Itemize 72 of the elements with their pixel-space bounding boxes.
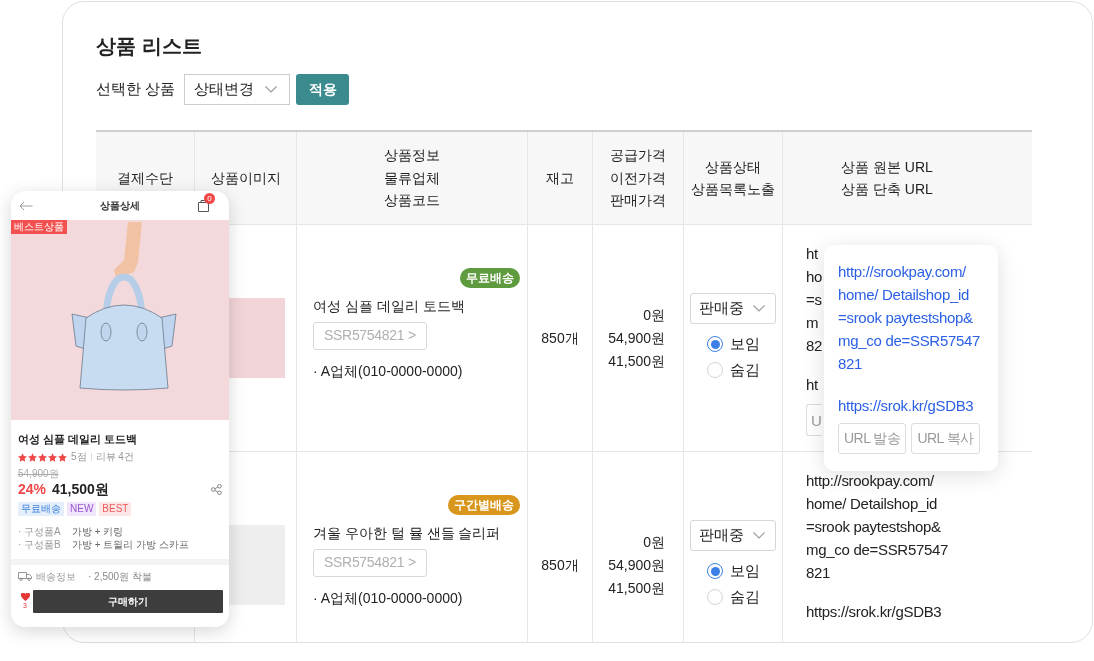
- chevron-down-icon: [753, 305, 765, 312]
- original-url-link[interactable]: http://srookpay.com/ home/ Detailshop_id =srook paytestshop& mg_co de=SSR57547 821: [838, 260, 981, 375]
- shipping-badge: 구간별배송: [448, 494, 520, 515]
- share-icon[interactable]: [211, 483, 222, 495]
- radio-label: 보임: [730, 334, 760, 354]
- url-action-button[interactable]: URL 복사: [911, 423, 980, 454]
- radio-label: 숨김: [730, 360, 760, 380]
- star-icon: [58, 452, 67, 462]
- column-header: 상품상태 상품목록노출: [684, 132, 783, 225]
- radio-button[interactable]: [707, 336, 723, 352]
- price-text: 0원: [643, 532, 665, 552]
- price-text: 41,500원: [608, 578, 665, 598]
- vendor-text: · A업체(010-0000-0000): [313, 588, 463, 608]
- url-action-button[interactable]: URL 발송: [838, 423, 907, 454]
- star-icon: [18, 452, 27, 462]
- original-price: 54,900원: [18, 468, 59, 480]
- option-value: 가방 + 트윌리 가방 스카프: [72, 538, 190, 551]
- sale-status-select[interactable]: 판매중: [690, 520, 776, 551]
- price-text: 54,900원: [608, 328, 665, 348]
- chevron-down-icon: [265, 86, 278, 93]
- option-label: · 구성품B: [18, 538, 62, 551]
- radio-button[interactable]: [707, 563, 723, 579]
- truck-icon: [18, 572, 32, 581]
- column-header: 재고: [528, 132, 593, 225]
- discount-rate: 24%: [18, 481, 47, 497]
- heart-icon[interactable]: [20, 592, 30, 601]
- product-tag: BEST: [99, 502, 132, 516]
- shipping-label: 배송정보: [36, 570, 76, 583]
- product-name: 여성 심플 데일리 토드백: [313, 296, 465, 316]
- short-url-link[interactable]: https://srok.kr/gSDB3: [838, 394, 974, 417]
- shopping-bag-icon[interactable]: [198, 199, 209, 212]
- buy-button[interactable]: 구매하기: [33, 589, 223, 613]
- option-value: 가방 + 키링: [72, 525, 125, 538]
- review-count: 리뷰 4건: [95, 451, 134, 463]
- bulk-action-label: 선택한 상품: [96, 79, 176, 100]
- short-url-text: ht: [806, 375, 818, 395]
- original-url-text: http://srookpay.com/ home/ Detailshop_id =srook paytestshop& mg_co de=SSR57547 821: [806, 471, 949, 583]
- back-arrow-icon[interactable]: [19, 200, 33, 211]
- product-name: 여성 심플 데일리 토드백: [18, 432, 139, 446]
- status-change-select[interactable]: 상태변경: [184, 74, 291, 105]
- star-icon: [48, 452, 57, 462]
- shipping-badge: 무료배송: [460, 267, 520, 288]
- radio-label: 보임: [730, 561, 760, 581]
- price-text: 0원: [643, 305, 665, 325]
- shipping-fee: · 2,500원 착불: [88, 570, 152, 583]
- stock-count: 850개: [541, 329, 579, 348]
- price-text: 41,500원: [608, 351, 665, 371]
- url-action-button[interactable]: U: [806, 404, 822, 436]
- stock-count: 850개: [541, 556, 579, 575]
- column-header: 상품정보 물류업체 상품코드: [297, 132, 528, 225]
- original-url-text: ht ho =s m 82: [806, 244, 823, 356]
- sale-status-select[interactable]: 판매중: [690, 293, 776, 324]
- apply-button[interactable]: 적용: [296, 74, 350, 105]
- screen-title: 상품상세: [100, 198, 140, 213]
- column-header: 공급가격 이전가격 판매가격: [593, 132, 684, 225]
- page-title: 상품 리스트: [96, 34, 202, 59]
- star-icon: [28, 452, 37, 462]
- best-product-badge: 베스트상품: [11, 220, 67, 234]
- product-tag: 무료배송: [18, 502, 64, 516]
- radio-label: 숨김: [730, 587, 760, 607]
- rating-score: 5점: [71, 451, 87, 463]
- column-header: 상품 원본 URL 상품 단축 URL: [783, 132, 1032, 225]
- option-label: · 구성품A: [18, 525, 62, 538]
- vendor-text: · A업체(010-0000-0000): [313, 361, 463, 381]
- product-name: 겨울 우아한 털 뮬 샌들 슬리퍼: [313, 523, 501, 543]
- product-tag: NEW: [67, 502, 97, 516]
- price-text: 54,900원: [608, 555, 665, 575]
- chevron-down-icon: [753, 532, 765, 539]
- short-url-text: https://srok.kr/gSDB3: [806, 602, 942, 622]
- sale-price: 41,500원: [52, 481, 109, 497]
- star-icon: [38, 452, 47, 462]
- cart-count-badge: 0: [204, 193, 215, 204]
